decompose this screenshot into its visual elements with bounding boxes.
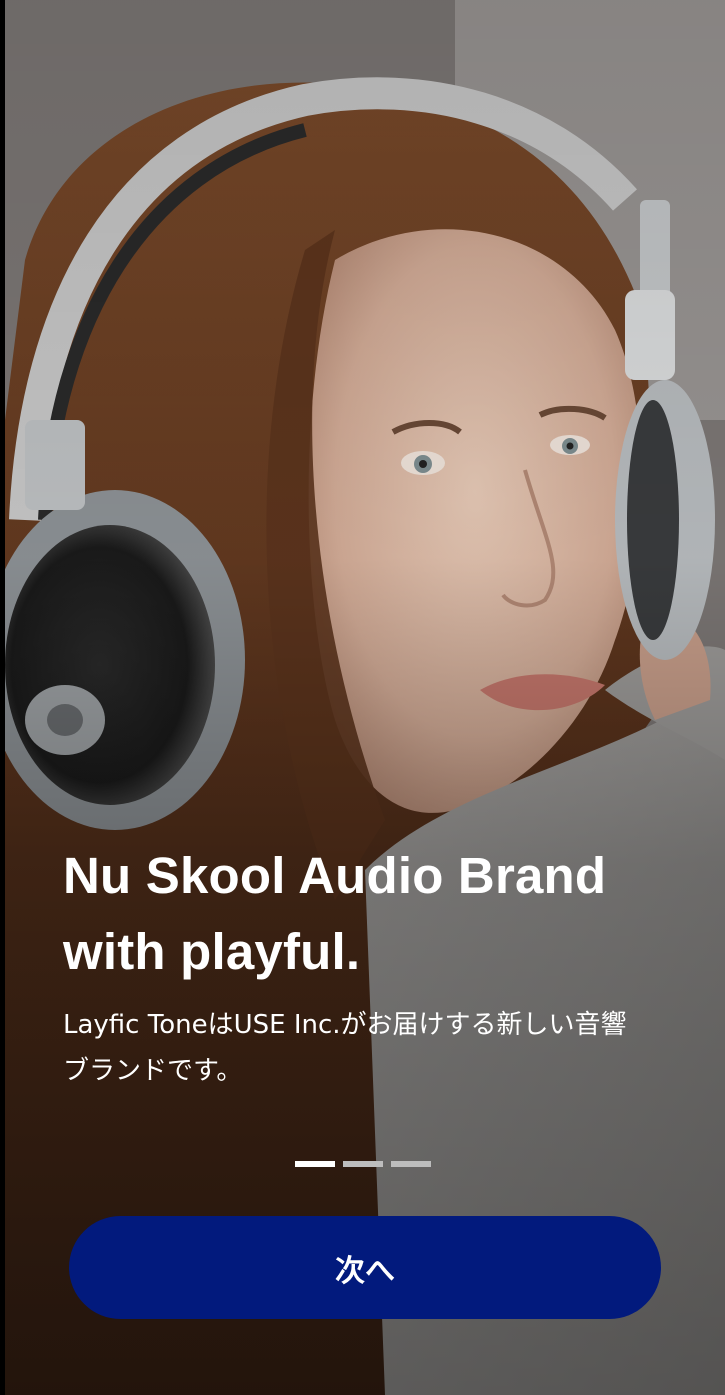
headline-line-1: Nu Skool Audio Brand — [63, 847, 607, 904]
description-line-2: ブランドです。 — [63, 1056, 243, 1086]
page-indicator-dot-3[interactable] — [391, 1161, 431, 1167]
description-line-1: Layfic ToneはUSE Inc.がお届けする新しい音響 — [63, 1010, 627, 1040]
description: Layfic ToneはUSE Inc.がお届けする新しい音響 ブランドです。 — [63, 1002, 673, 1094]
screen-edge — [0, 0, 5, 1395]
page-indicator-dot-2[interactable] — [343, 1161, 383, 1167]
headline-line-2: with playful. — [63, 923, 361, 980]
page-indicator-dot-1[interactable] — [295, 1161, 335, 1167]
onboarding-screen: Nu Skool Audio Brand with playful. Layfi… — [0, 0, 725, 1395]
hero-photo — [5, 0, 725, 1395]
headline: Nu Skool Audio Brand with playful. — [63, 838, 703, 990]
next-button[interactable]: 次へ — [69, 1216, 661, 1319]
page-indicator — [295, 1161, 431, 1167]
